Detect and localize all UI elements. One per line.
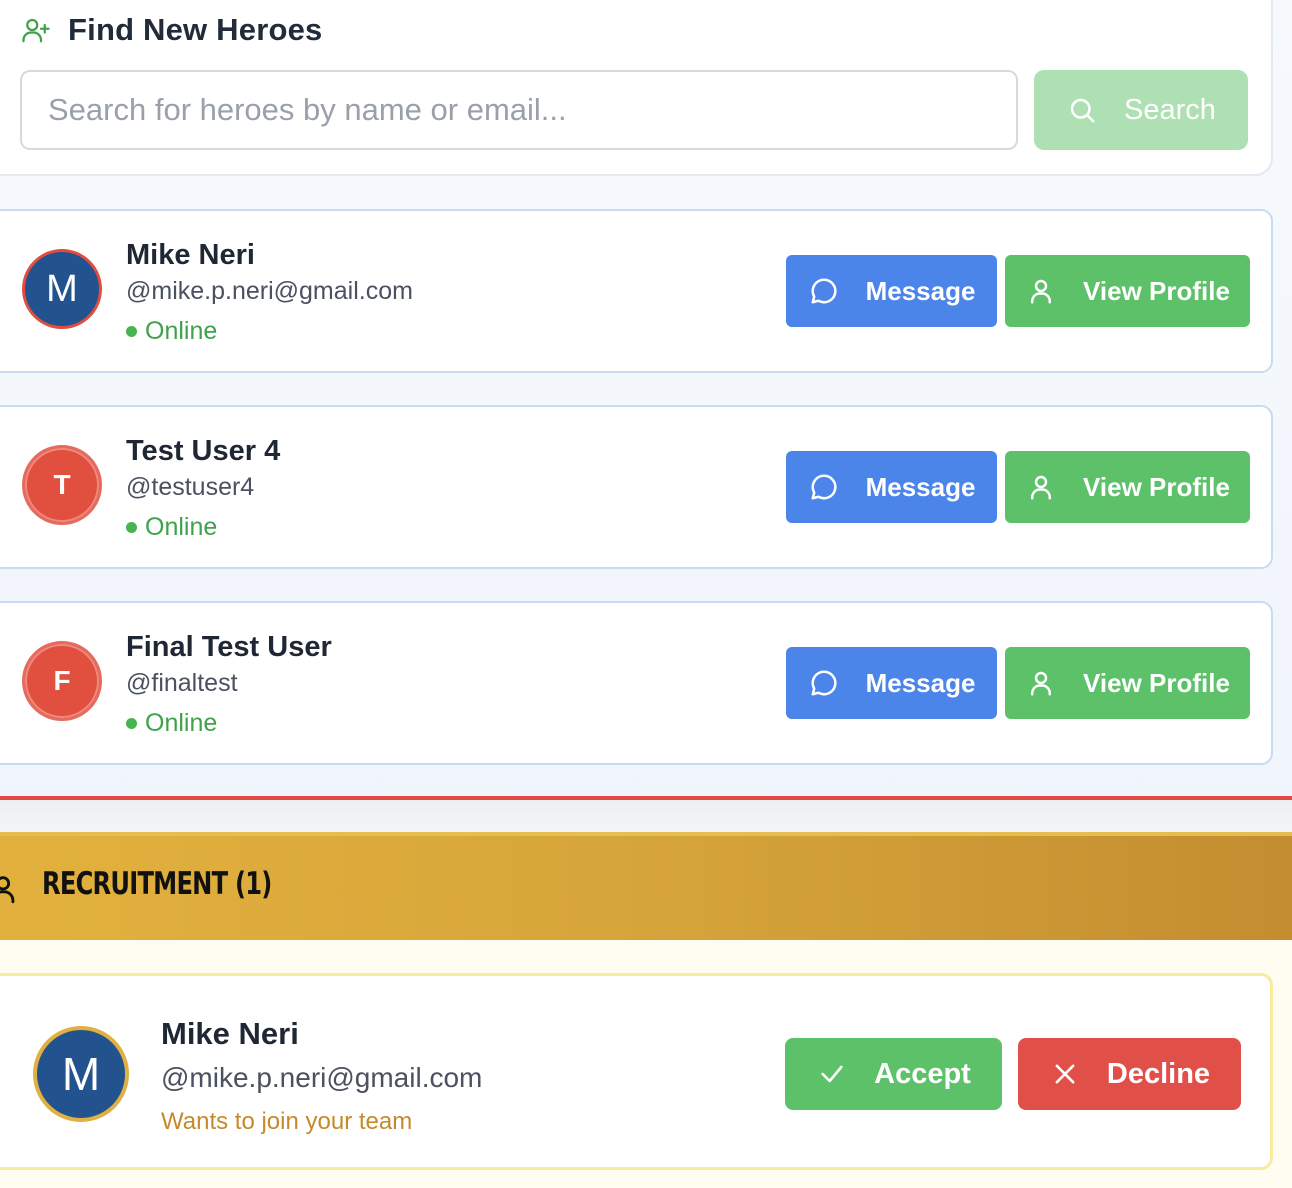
online-dot-icon bbox=[126, 522, 137, 533]
online-status: Online bbox=[126, 317, 217, 346]
online-status: Online bbox=[126, 709, 217, 738]
avatar[interactable]: M bbox=[33, 1026, 129, 1122]
decline-button[interactable]: Decline bbox=[1018, 1038, 1241, 1110]
online-status: Online bbox=[126, 513, 217, 542]
hero-card: F Final Test User @finaltest Online Mess… bbox=[0, 601, 1273, 765]
chat-bubble-icon bbox=[808, 471, 840, 503]
status-text: Online bbox=[145, 709, 218, 737]
user-icon bbox=[1025, 667, 1057, 699]
message-button-label: Message bbox=[865, 667, 976, 698]
status-text: Online bbox=[145, 513, 218, 541]
chat-bubble-icon bbox=[808, 275, 840, 307]
view-profile-button[interactable]: View Profile bbox=[1005, 255, 1250, 327]
message-button-label: Message bbox=[865, 471, 976, 502]
section-gap bbox=[0, 800, 1292, 832]
accept-button[interactable]: Accept bbox=[785, 1038, 1002, 1110]
check-icon bbox=[816, 1058, 848, 1090]
search-input[interactable] bbox=[20, 70, 1018, 150]
hero-card: T Test User 4 @testuser4 Online Message … bbox=[0, 405, 1273, 569]
message-button[interactable]: Message bbox=[786, 451, 997, 523]
search-button[interactable]: Search bbox=[1034, 70, 1248, 150]
accept-button-label: Accept bbox=[874, 1057, 971, 1090]
user-icon bbox=[1025, 275, 1057, 307]
hero-name: Test User 4 bbox=[126, 435, 281, 467]
chat-bubble-icon bbox=[808, 667, 840, 699]
view-profile-button-label: View Profile bbox=[1083, 275, 1230, 306]
user-icon bbox=[0, 872, 20, 906]
hero-handle: @finaltest bbox=[126, 669, 238, 697]
request-note: Wants to join your team bbox=[161, 1108, 413, 1135]
hero-handle: @mike.p.neri@gmail.com bbox=[126, 277, 413, 305]
view-profile-button[interactable]: View Profile bbox=[1005, 647, 1250, 719]
avatar[interactable]: M bbox=[22, 249, 102, 329]
view-profile-button-label: View Profile bbox=[1083, 667, 1230, 698]
requester-name: Mike Neri bbox=[161, 1016, 299, 1051]
hero-name: Mike Neri bbox=[126, 239, 255, 271]
online-dot-icon bbox=[126, 326, 137, 337]
decline-button-label: Decline bbox=[1106, 1057, 1211, 1090]
close-icon bbox=[1049, 1058, 1081, 1090]
requester-handle: @mike.p.neri@gmail.com bbox=[161, 1062, 483, 1093]
avatar[interactable]: F bbox=[22, 641, 102, 721]
recruit-request-card: M Mike Neri @mike.p.neri@gmail.com Wants… bbox=[0, 973, 1273, 1170]
hero-card: M Mike Neri @mike.p.neri@gmail.com Onlin… bbox=[0, 209, 1273, 373]
view-profile-button-label: View Profile bbox=[1083, 471, 1230, 502]
hero-name: Final Test User bbox=[126, 631, 332, 663]
recruitment-header[interactable]: RECRUITMENT (1) bbox=[0, 832, 1292, 940]
message-button[interactable]: Message bbox=[786, 647, 997, 719]
find-heroes-header: Find New Heroes bbox=[20, 12, 323, 48]
search-button-label: Search bbox=[1124, 93, 1216, 126]
online-dot-icon bbox=[126, 718, 137, 729]
section-title: RECRUITMENT (1) bbox=[42, 866, 272, 902]
hero-handle: @testuser4 bbox=[126, 473, 255, 501]
message-button[interactable]: Message bbox=[786, 255, 997, 327]
user-icon bbox=[1025, 471, 1057, 503]
status-text: Online bbox=[145, 317, 218, 345]
message-button-label: Message bbox=[865, 275, 976, 306]
user-plus-icon bbox=[20, 14, 52, 46]
avatar[interactable]: T bbox=[22, 445, 102, 525]
view-profile-button[interactable]: View Profile bbox=[1005, 451, 1250, 523]
page-title: Find New Heroes bbox=[68, 12, 323, 47]
search-icon bbox=[1066, 94, 1098, 126]
